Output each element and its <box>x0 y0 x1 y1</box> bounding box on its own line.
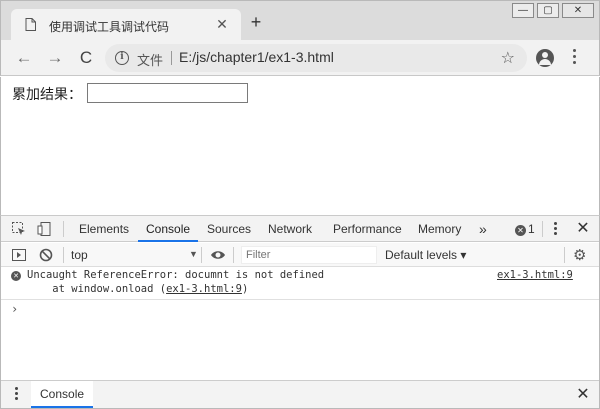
gear-icon[interactable]: ⚙ <box>573 246 586 264</box>
back-button[interactable]: ← <box>13 47 35 69</box>
address-bar[interactable]: i 文件 E:/js/chapter1/ex1-3.html ☆ <box>105 44 527 72</box>
toolbar-divider <box>63 247 64 263</box>
console-output: ✕ Uncaught ReferenceError: documnt is no… <box>1 268 599 380</box>
tab-memory[interactable]: Memory <box>410 216 469 242</box>
document-icon <box>25 18 36 31</box>
window-close-button[interactable]: ✕ <box>562 3 594 18</box>
maximize-button[interactable]: ▢ <box>537 3 559 18</box>
stack-source-link[interactable]: ex1-3.html:9 <box>166 283 242 295</box>
console-toolbar: top ▼ Default levels ▾ ⚙ <box>1 243 599 267</box>
address-divider <box>171 51 172 65</box>
browser-tab[interactable]: 使用调试工具调试代码 ✕ <box>11 9 241 41</box>
bookmark-star-icon[interactable]: ☆ <box>501 48 515 68</box>
close-icon: ✕ <box>573 5 583 16</box>
error-count: 1 <box>528 222 535 236</box>
tab-network[interactable]: Network <box>260 216 320 242</box>
tab-elements[interactable]: Elements <box>71 216 137 242</box>
live-expression-eye-icon[interactable] <box>210 247 226 263</box>
minimize-icon: — <box>518 5 528 16</box>
browser-toolbar: ← → C i 文件 E:/js/chapter1/ex1-3.html ☆ <box>0 40 600 76</box>
error-count-badge[interactable]: ✕ 1 <box>515 222 535 236</box>
devtools-panel: Elements Console Sources Network Perform… <box>0 215 600 409</box>
drawer-menu-icon[interactable] <box>15 387 19 401</box>
browser-menu-icon[interactable] <box>571 49 577 67</box>
result-label: 累加结果： <box>12 87 82 103</box>
devtools-tabbar: Elements Console Sources Network Perform… <box>1 216 599 242</box>
console-prompt[interactable]: › <box>11 302 18 316</box>
more-tabs-button[interactable]: » <box>471 216 495 242</box>
drawer-close-icon[interactable]: ✕ <box>575 386 591 404</box>
clear-console-icon[interactable] <box>38 247 54 263</box>
toolbar-divider <box>201 247 202 263</box>
url-text[interactable]: E:/js/chapter1/ex1-3.html <box>179 49 334 65</box>
drawer-tab-console[interactable]: Console <box>31 381 94 408</box>
devtools-close-icon[interactable]: ✕ <box>575 220 591 238</box>
tab-performance[interactable]: Performance <box>325 216 410 242</box>
result-field[interactable] <box>87 83 248 103</box>
device-toolbar-icon[interactable] <box>37 221 53 237</box>
console-filter[interactable] <box>241 246 377 264</box>
error-stack-line: at window.onload (ex1-3.html:9) <box>27 283 248 295</box>
inspect-element-icon[interactable] <box>11 221 27 237</box>
url-scheme-label: 文件 <box>137 54 164 69</box>
maximize-icon: ▢ <box>543 5 553 16</box>
page-viewport: 累加结果： <box>0 77 600 215</box>
tab-sources[interactable]: Sources <box>199 216 259 242</box>
new-tab-button[interactable]: + <box>247 13 265 31</box>
forward-button[interactable]: → <box>44 47 66 69</box>
tab-console[interactable]: Console <box>138 216 199 242</box>
error-source-link[interactable]: ex1-3.html:9 <box>497 269 573 281</box>
devtools-drawer: Console ✕ <box>1 380 599 408</box>
chevron-down-icon[interactable]: ▼ <box>189 249 198 259</box>
toolbar-divider <box>63 221 64 237</box>
tab-close-icon[interactable]: ✕ <box>213 15 231 33</box>
context-selector[interactable]: top <box>71 248 88 262</box>
stack-suffix: ) <box>241 283 249 295</box>
sidebar-toggle-icon[interactable] <box>11 247 27 263</box>
toolbar-divider <box>233 247 234 263</box>
error-text: Uncaught ReferenceError: documnt is not … <box>27 269 325 281</box>
minimize-button[interactable]: — <box>512 3 534 18</box>
profile-avatar-icon[interactable] <box>536 49 554 67</box>
devtools-menu-icon[interactable] <box>554 222 558 236</box>
info-icon[interactable]: i <box>115 51 129 65</box>
toolbar-divider <box>542 221 543 237</box>
reload-button[interactable]: C <box>75 47 97 69</box>
tab-title: 使用调试工具调试代码 <box>49 20 170 34</box>
console-error-message: ✕ Uncaught ReferenceError: documnt is no… <box>1 268 599 300</box>
browser-tabstrip: 使用调试工具调试代码 ✕ + — ▢ ✕ <box>0 0 600 41</box>
stack-prefix: at window.onload ( <box>27 283 167 295</box>
error-icon: ✕ <box>515 225 526 236</box>
filter-input[interactable] <box>242 247 376 263</box>
toolbar-divider <box>564 247 565 263</box>
log-levels-dropdown[interactable]: Default levels ▾ <box>385 248 466 262</box>
error-icon: ✕ <box>11 271 21 281</box>
